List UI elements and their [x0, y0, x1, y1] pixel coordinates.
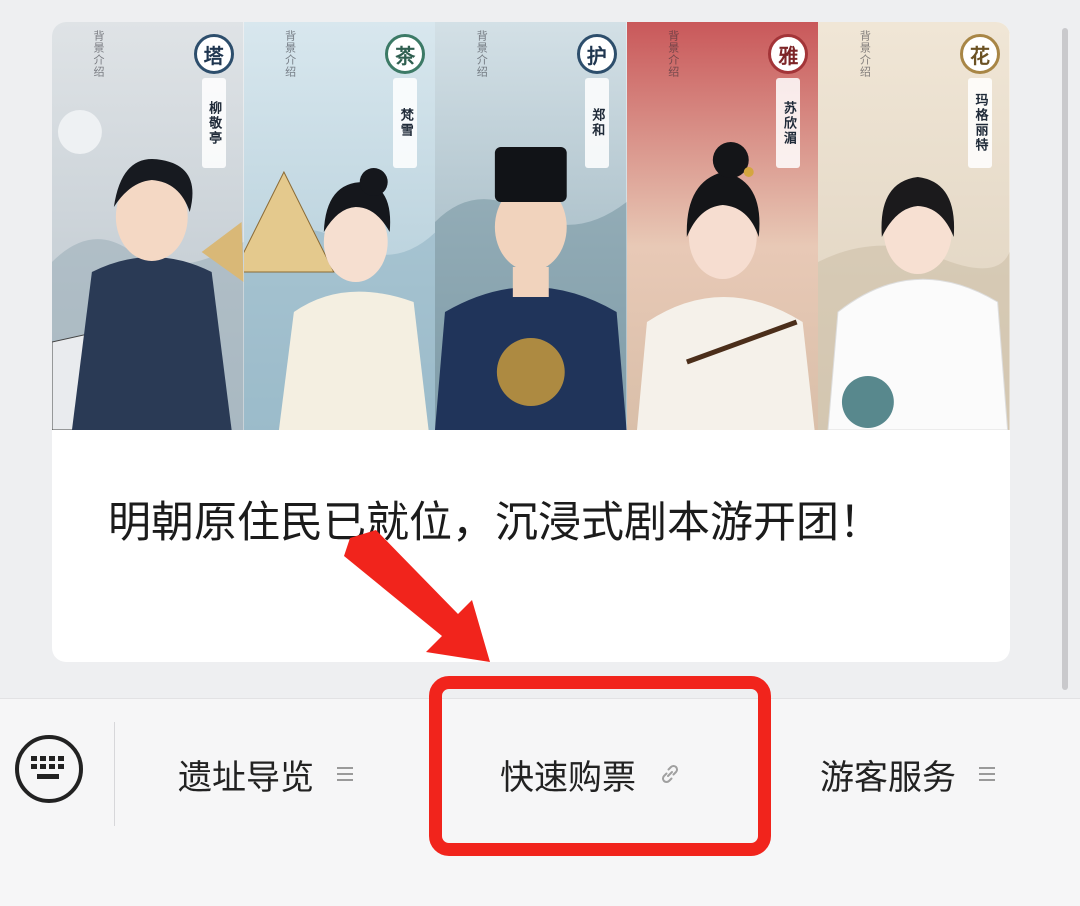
intro-heading: 背景介绍: [283, 30, 297, 78]
intro-heading: 背景介绍: [475, 30, 489, 78]
character-panel-1: 背景介绍 塔 柳敬亭: [52, 22, 244, 430]
keyboard-toggle-button[interactable]: [15, 735, 83, 803]
menu-item-label: 游客服务: [820, 757, 956, 798]
intro-heading: 背景介绍: [666, 30, 680, 78]
intro-heading: 背景介绍: [92, 30, 105, 78]
article-title[interactable]: 明朝原住民已就位，沉浸式剧本游开团！: [108, 484, 908, 562]
character-badge: 茶: [385, 34, 426, 74]
character-badge: 花: [959, 34, 1000, 74]
character-name: 玛格丽特: [967, 78, 992, 168]
character-name: 柳敬亭: [201, 78, 226, 168]
link-icon: [658, 762, 682, 786]
character-panel-2: 背景介绍 茶 梵雪: [243, 22, 436, 430]
keyboard-icon: [31, 756, 64, 779]
article-card[interactable]: 背景介绍 塔 柳敬亭 背景介绍 茶 梵雪 背景介绍 护 郑和 背景介绍 雅 苏欣…: [52, 22, 1010, 662]
menu-item-site-tour[interactable]: 遗址导览: [178, 742, 354, 806]
character-name: 郑和: [584, 78, 609, 168]
character-panel-3: 背景介绍 护 郑和: [435, 22, 627, 430]
menu-lines-icon: [978, 765, 996, 783]
character-panel-5: 背景介绍 花 玛格丽特: [818, 22, 1010, 430]
menu-item-quick-ticket[interactable]: 快速购票: [500, 742, 682, 806]
menu-item-label: 遗址导览: [178, 757, 314, 798]
character-name: 梵雪: [393, 78, 418, 168]
scrollbar[interactable]: [1062, 28, 1068, 690]
menu-item-visitor-service[interactable]: 游客服务: [820, 742, 996, 806]
menu-item-label: 快速购票: [500, 757, 636, 798]
chat-scroll-area[interactable]: 背景介绍 塔 柳敬亭 背景介绍 茶 梵雪 背景介绍 护 郑和 背景介绍 雅 苏欣…: [0, 0, 1080, 698]
character-badge: 护: [576, 34, 617, 74]
character-panel-4: 背景介绍 雅 苏欣湄: [626, 22, 819, 430]
character-name: 苏欣湄: [776, 78, 801, 168]
character-badge: 塔: [193, 34, 234, 74]
menu-lines-icon: [336, 765, 354, 783]
intro-heading: 背景介绍: [858, 30, 872, 78]
menu-divider: [114, 722, 115, 826]
article-banner-image: 背景介绍 塔 柳敬亭 背景介绍 茶 梵雪 背景介绍 护 郑和 背景介绍 雅 苏欣…: [52, 22, 1010, 430]
